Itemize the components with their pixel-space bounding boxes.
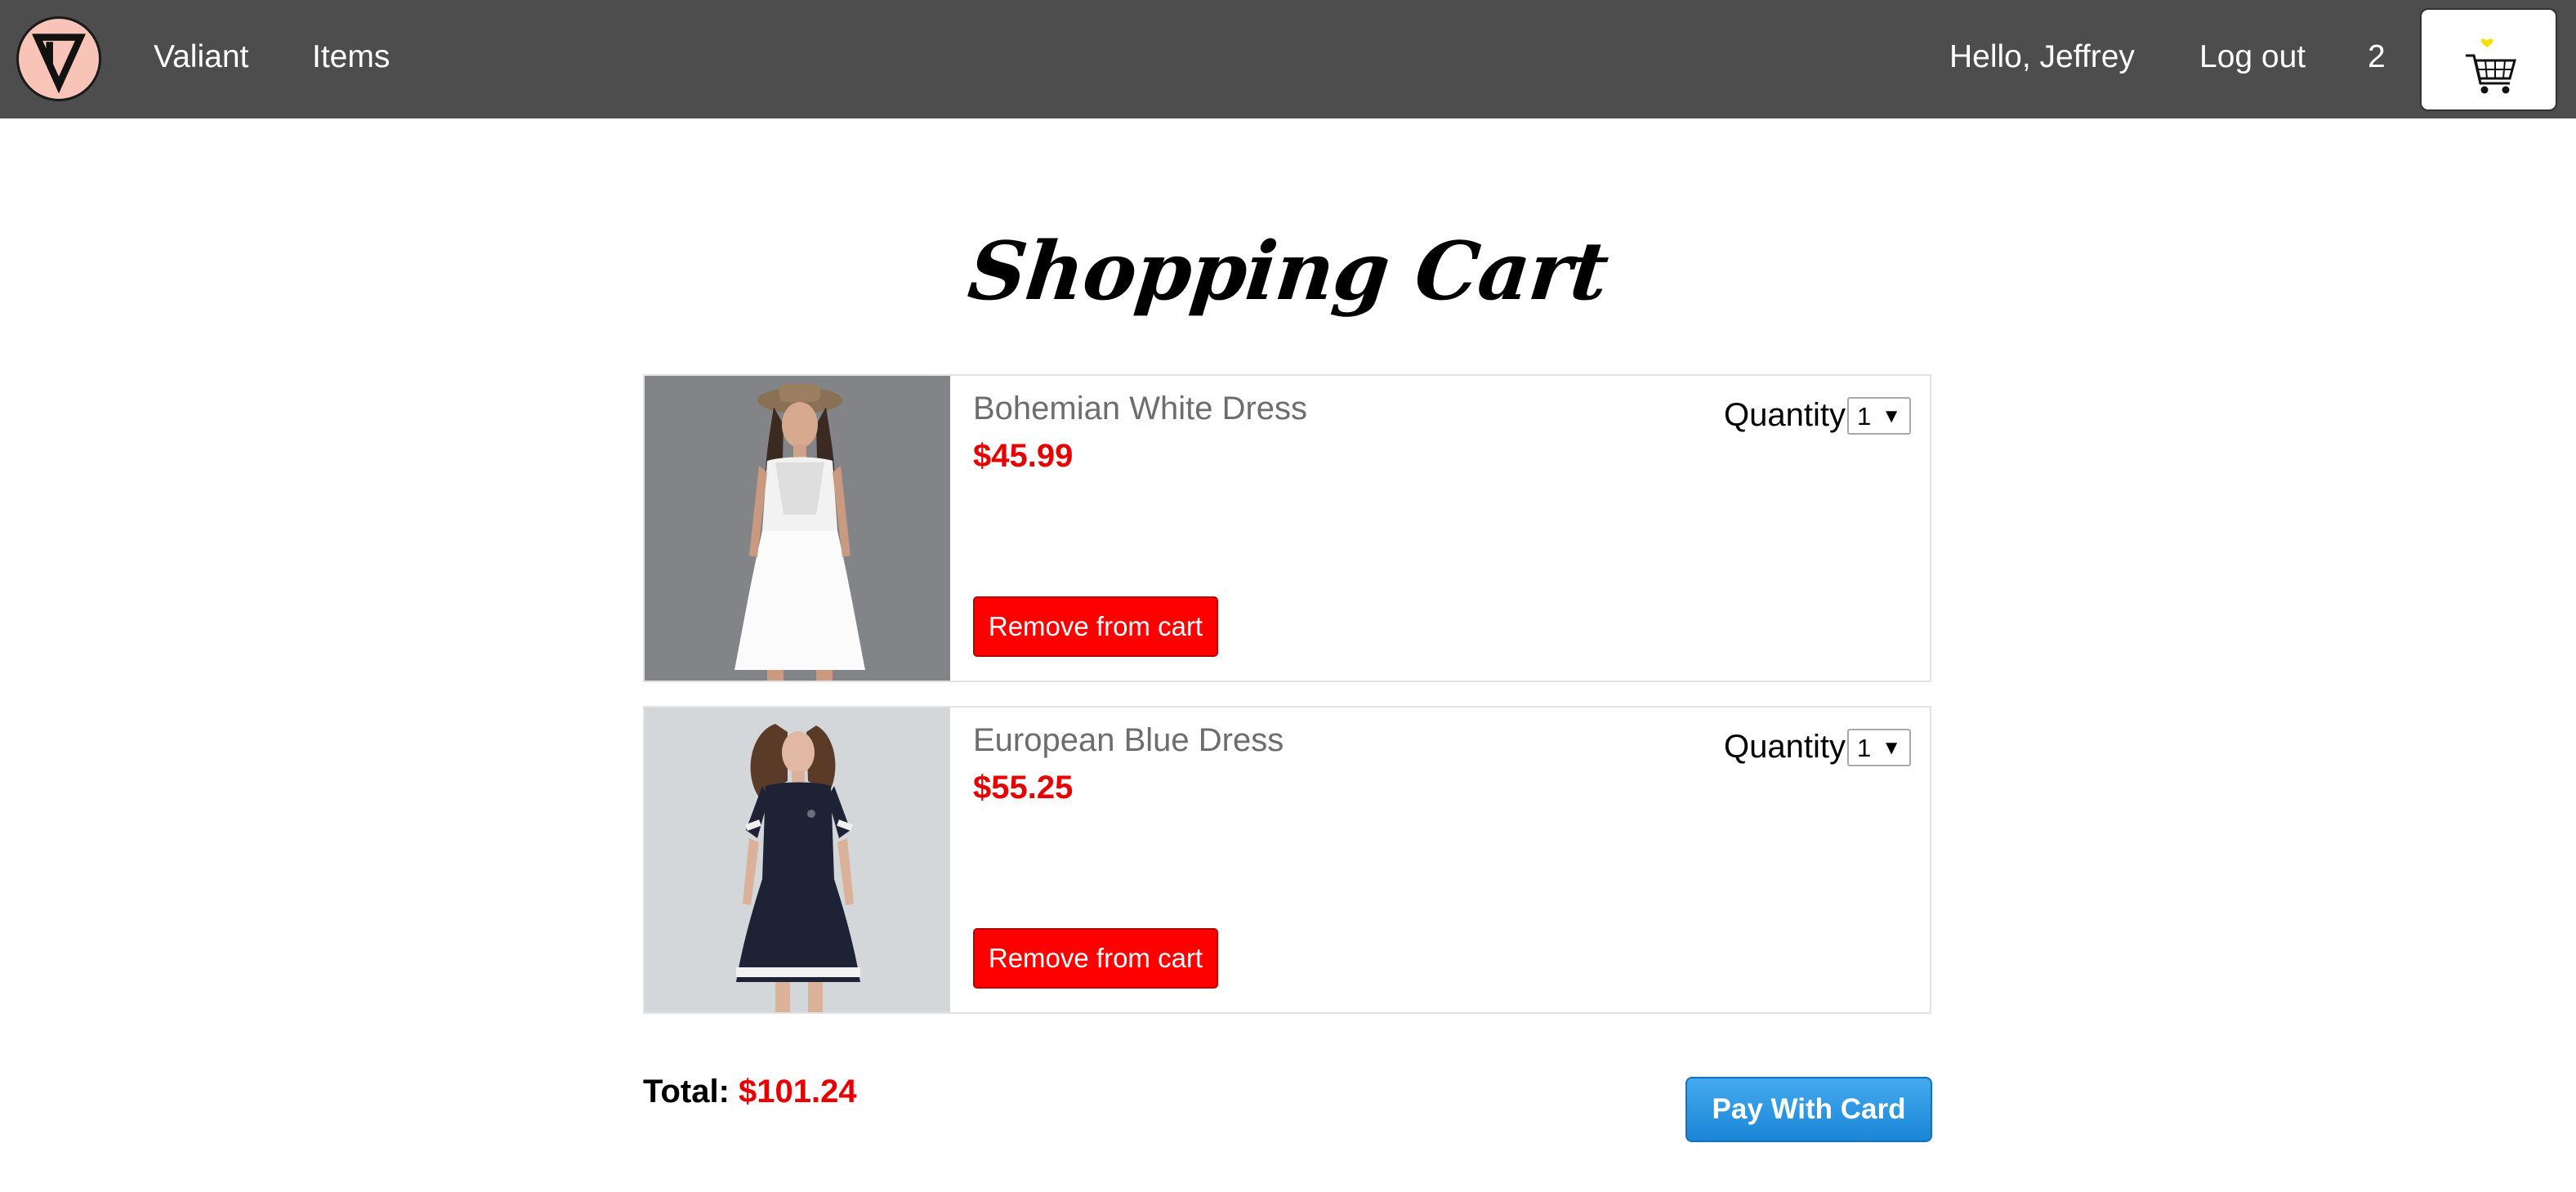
quantity-label: Quantity bbox=[1724, 729, 1846, 765]
dropdown-arrow-icon: ▼ bbox=[1882, 737, 1901, 759]
dropdown-arrow-icon: ▼ bbox=[1882, 405, 1901, 427]
cart-icon bbox=[2466, 38, 2516, 94]
total-label: Total: bbox=[643, 1074, 730, 1109]
quantity-select[interactable]: 1 ▼ bbox=[1847, 729, 1911, 766]
product-image bbox=[645, 708, 950, 1012]
cart-total: Total: $101.24 bbox=[643, 1069, 857, 1114]
cart-item: European Blue Dress $55.25 Quantity 1 ▼ … bbox=[643, 706, 1931, 1014]
logo-icon[interactable] bbox=[16, 16, 101, 101]
logout-link[interactable]: Log out bbox=[2199, 34, 2306, 80]
quantity-label: Quantity bbox=[1724, 397, 1846, 433]
cart-button[interactable] bbox=[2420, 8, 2557, 111]
user-greeting: Hello, Jeffrey bbox=[1949, 39, 2135, 74]
product-price: $55.25 bbox=[973, 770, 1074, 806]
nav-brand-link[interactable]: Valiant bbox=[154, 34, 248, 80]
product-price: $45.99 bbox=[973, 438, 1074, 474]
quantity-select[interactable]: 1 ▼ bbox=[1847, 397, 1911, 435]
product-name[interactable]: Bohemian White Dress bbox=[973, 386, 1307, 431]
navbar: Valiant Items Hello, Jeffrey Log out 2 bbox=[0, 0, 2576, 118]
quantity-value: 1 bbox=[1857, 734, 1872, 762]
remove-from-cart-button[interactable]: Remove from cart bbox=[973, 928, 1218, 989]
cart-count: 2 bbox=[2368, 39, 2386, 74]
cart-item: Bohemian White Dress $45.99 Quantity 1 ▼… bbox=[643, 374, 1931, 682]
quantity-value: 1 bbox=[1857, 402, 1872, 431]
remove-from-cart-button[interactable]: Remove from cart bbox=[973, 596, 1218, 657]
page-title: Shopping Cart bbox=[964, 225, 1613, 319]
product-name[interactable]: European Blue Dress bbox=[973, 717, 1284, 763]
nav-items-link[interactable]: Items bbox=[312, 34, 390, 80]
total-amount: $101.24 bbox=[739, 1074, 857, 1109]
pay-with-card-button[interactable]: Pay With Card bbox=[1685, 1077, 1932, 1142]
product-image bbox=[645, 376, 950, 681]
